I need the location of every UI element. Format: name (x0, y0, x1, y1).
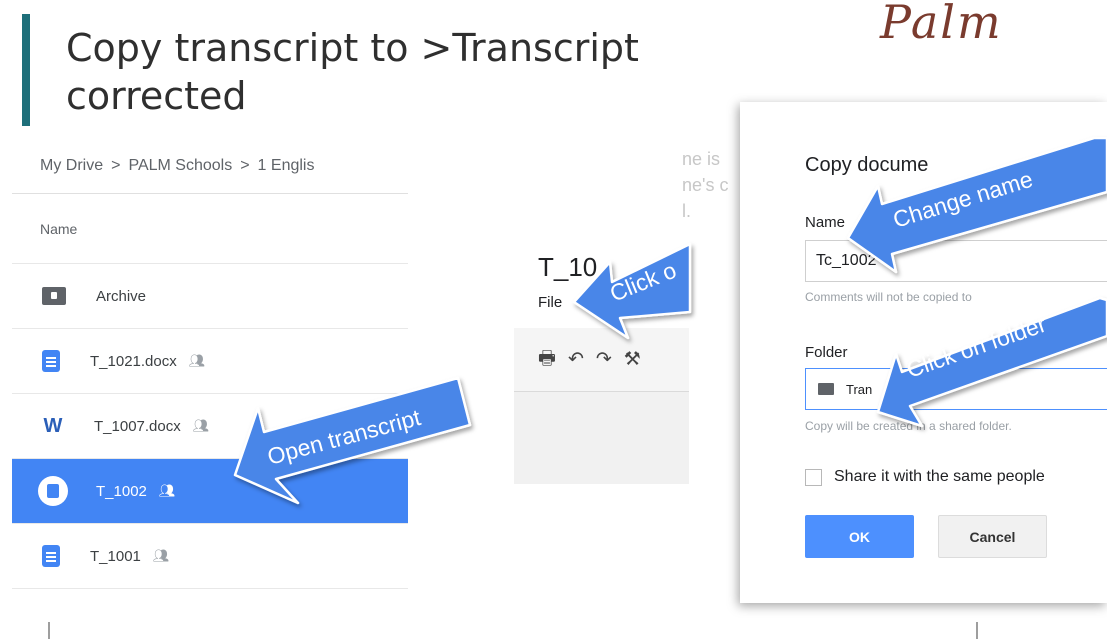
file-row-t1002[interactable]: T_1002 👥︎ (12, 459, 408, 524)
folder-picker[interactable]: Tran (805, 368, 1107, 410)
undo-icon[interactable]: ↶ (568, 348, 584, 371)
paint-format-icon[interactable]: ⚒ (624, 348, 641, 371)
share-label: Share it with the same people (834, 468, 1045, 485)
slide-title-line2: corrected (66, 74, 247, 118)
folder-label: Folder (805, 344, 848, 361)
docs-menu-bar: File View (538, 294, 668, 311)
google-doc-icon (42, 545, 60, 567)
folder-icon (42, 287, 66, 305)
menu-file[interactable]: File (538, 294, 562, 311)
shared-people-icon: 👥︎ (188, 353, 205, 368)
shared-people-icon: 👥︎ (192, 418, 209, 433)
name-hint: Comments will not be copied to (805, 290, 972, 304)
background-text-line: ne is (682, 149, 721, 169)
file-row-archive[interactable]: Archive (12, 264, 408, 329)
copy-document-dialog: Copy docume Name Tc_1002 Comments will n… (740, 102, 1107, 603)
bottom-divider (976, 622, 978, 639)
folder-hint: Copy will be created in a shared folder. (805, 419, 1012, 433)
doc-title[interactable]: T_10 (538, 252, 597, 283)
word-icon: W (43, 414, 63, 437)
dialog-title: Copy docume (805, 154, 929, 176)
breadcrumb: My Drive > PALM Schools > 1 Englis (12, 138, 408, 194)
background-text-line: l. (682, 201, 691, 221)
file-name: T_1002 (96, 482, 147, 500)
shared-people-icon: 👥︎ (152, 548, 169, 563)
bottom-divider (48, 622, 50, 639)
breadcrumb-my-drive[interactable]: My Drive (40, 157, 103, 175)
ok-button[interactable]: OK (805, 515, 914, 558)
docs-toolbar: 🖶︎ ↶ ↷ ⚒ (514, 328, 689, 392)
menu-view[interactable]: View (636, 294, 668, 311)
breadcrumb-current-folder[interactable]: 1 Englis (258, 157, 315, 175)
folder-icon (818, 383, 834, 395)
background-text: ne is ne's c l. (682, 146, 728, 224)
breadcrumb-separator: > (240, 156, 250, 174)
file-row-t1001[interactable]: T_1001 👥︎ (12, 524, 408, 589)
slide-title: Copy transcript to >Transcript corrected (66, 24, 766, 120)
docs-editor: T_10 File View 🖶︎ ↶ ↷ ⚒ (514, 236, 689, 484)
drive-panel: My Drive > PALM Schools > 1 Englis Name … (12, 138, 408, 600)
cancel-button[interactable]: Cancel (938, 515, 1047, 558)
file-row-t1021[interactable]: T_1021.docx 👥︎ (12, 329, 408, 394)
file-name: T_1001 (90, 547, 141, 565)
file-row-t1007[interactable]: W T_1007.docx 👥︎ (12, 394, 408, 459)
folder-value: Tran (846, 381, 873, 397)
file-name: T_1007.docx (94, 417, 181, 435)
docs-header: T_10 File View (514, 236, 689, 328)
redo-icon[interactable]: ↷ (596, 348, 612, 371)
brand-logo: Palm (880, 0, 1003, 49)
file-name: T_1021.docx (90, 352, 177, 370)
name-input[interactable]: Tc_1002 (805, 240, 1107, 282)
print-icon[interactable]: 🖶︎ (538, 344, 556, 376)
background-text-line: ne's c (682, 175, 729, 195)
google-doc-icon (38, 476, 68, 506)
breadcrumb-separator: > (111, 156, 121, 174)
slide-title-line1: Copy transcript to >Transcript (66, 26, 639, 70)
accent-bar (22, 14, 30, 126)
share-checkbox[interactable] (805, 468, 822, 486)
column-header-name[interactable]: Name (12, 194, 408, 264)
file-name: Archive (96, 287, 147, 305)
name-label: Name (805, 214, 846, 231)
column-header-label: Name (40, 220, 78, 237)
google-doc-icon (42, 350, 60, 372)
share-option[interactable]: Share it with the same people (805, 468, 1045, 486)
breadcrumb-palm-schools[interactable]: PALM Schools (128, 157, 232, 175)
file-list: Archive T_1021.docx 👥︎ W T_1007.docx 👥︎ … (12, 264, 408, 589)
shared-people-icon: 👥︎ (158, 483, 175, 498)
